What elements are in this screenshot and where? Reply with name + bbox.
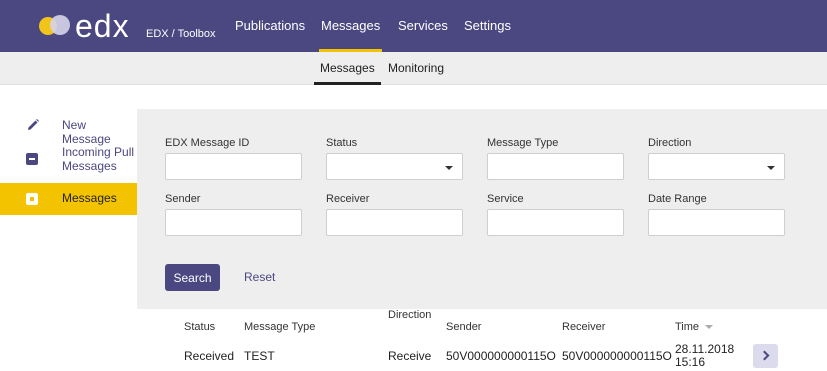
- inbox-icon: [26, 153, 40, 167]
- cell-message-type: TEST: [244, 349, 275, 363]
- cell-time-date: 28.11.2018: [675, 342, 735, 356]
- cell-receiver: 50V000000000115O: [562, 349, 672, 363]
- table-header-time-label: Time: [675, 321, 700, 333]
- cell-direction: Receive: [388, 349, 432, 363]
- reset-button[interactable]: Reset: [244, 270, 275, 284]
- service-input[interactable]: [487, 209, 624, 236]
- sidebar-item-new-message[interactable]: New Message: [0, 112, 137, 146]
- edx-message-id-label: EDX Message ID: [165, 137, 250, 149]
- table-header-time[interactable]: Time: [675, 321, 714, 333]
- messages-icon: [26, 193, 40, 207]
- edx-logo[interactable]: edx: [39, 10, 130, 42]
- table-header-status[interactable]: Status: [184, 321, 215, 333]
- top-navigation-bar: edx EDX / Toolbox Publications Messages …: [0, 0, 827, 52]
- open-message-button[interactable]: [753, 344, 778, 368]
- sub-navigation-bar: Messages Monitoring: [0, 52, 827, 85]
- app-subtitle: EDX / Toolbox: [146, 28, 216, 40]
- status-select[interactable]: [326, 153, 463, 180]
- message-type-label: Message Type: [487, 137, 559, 149]
- cell-status: Received: [184, 349, 235, 363]
- cell-time-clock: 15:16: [675, 355, 706, 369]
- table-header-direction[interactable]: Direction: [388, 309, 431, 321]
- sender-input[interactable]: [165, 209, 302, 236]
- nav-item-publications[interactable]: Publications: [235, 0, 305, 52]
- chevron-down-icon: [767, 166, 775, 170]
- nav-item-services[interactable]: Services: [398, 0, 448, 52]
- sidebar-item-label-line1: Incoming Pull: [62, 145, 135, 159]
- logo-text: edx: [75, 8, 130, 44]
- service-label: Service: [487, 193, 524, 205]
- sidebar-item-messages[interactable]: Messages: [0, 183, 137, 215]
- chevron-right-icon: [759, 350, 770, 361]
- sort-descending-icon: [705, 325, 714, 330]
- date-range-input[interactable]: [648, 209, 785, 236]
- cell-sender: 50V000000000115O: [446, 349, 556, 363]
- edx-message-id-input[interactable]: [165, 153, 302, 180]
- sidebar-item-label-line2: Messages: [62, 159, 117, 173]
- table-header-sender[interactable]: Sender: [446, 321, 481, 333]
- table-header-receiver[interactable]: Receiver: [562, 321, 605, 333]
- table-header-message-type[interactable]: Message Type: [244, 321, 315, 333]
- message-type-input[interactable]: [487, 153, 624, 180]
- date-range-label: Date Range: [648, 193, 707, 205]
- sidebar-item-label: Messages: [62, 191, 117, 205]
- sidebar-item-incoming-pull-messages[interactable]: Incoming Pull Messages: [0, 142, 137, 180]
- chevron-down-icon: [445, 166, 453, 170]
- subnav-item-monitoring[interactable]: Monitoring: [388, 52, 444, 85]
- nav-item-settings[interactable]: Settings: [464, 0, 511, 52]
- status-label: Status: [326, 137, 358, 149]
- direction-select[interactable]: [648, 153, 785, 180]
- cell-time: 28.11.2018 15:16: [675, 343, 734, 369]
- logo-mark-icon: [39, 13, 73, 39]
- receiver-label: Receiver: [326, 193, 370, 205]
- sender-label: Sender: [165, 193, 201, 205]
- nav-item-messages[interactable]: Messages: [318, 0, 383, 52]
- sidebar-item-label: Incoming Pull Messages: [62, 145, 134, 173]
- pencil-icon: [26, 118, 40, 132]
- receiver-input[interactable]: [326, 209, 463, 236]
- search-button[interactable]: Search: [165, 264, 220, 291]
- direction-label: Direction: [648, 137, 692, 149]
- subnav-item-messages[interactable]: Messages: [314, 52, 381, 85]
